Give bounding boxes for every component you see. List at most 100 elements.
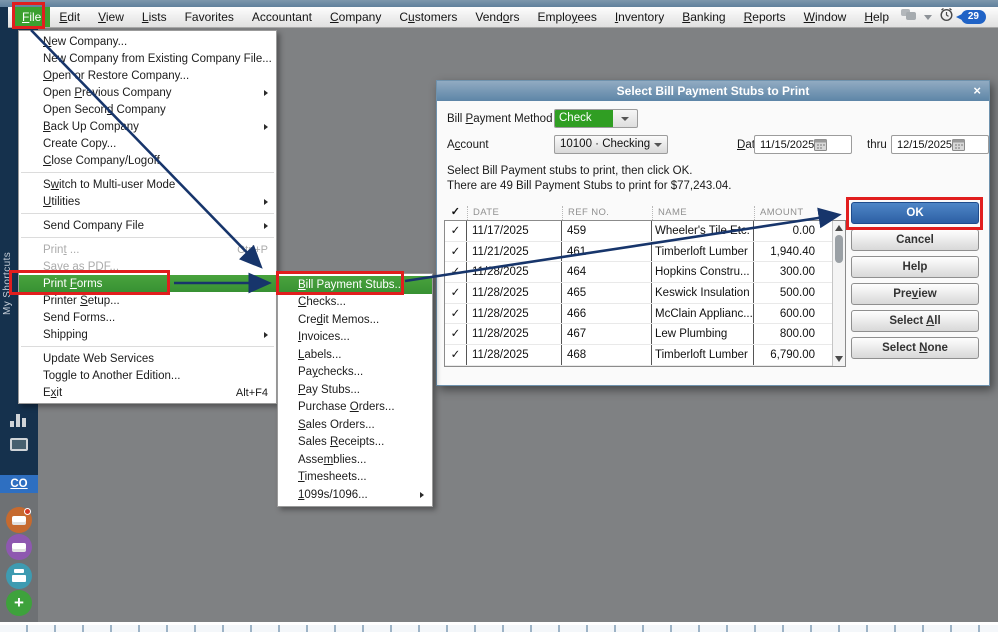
account-dropdown[interactable]: 10100 · Checking	[554, 135, 668, 154]
close-icon[interactable]: ×	[973, 81, 981, 100]
table-row[interactable]: ✓ 11/28/2025 464 Hopkins Constru... 300.00	[445, 262, 845, 284]
preview-button[interactable]: Preview	[851, 283, 979, 305]
menu-lists[interactable]: Lists	[133, 7, 176, 27]
menu-item-create-copy[interactable]: Create Copy...	[19, 135, 276, 152]
menu-file[interactable]: File	[13, 7, 51, 27]
table-row[interactable]: ✓ 11/21/2025 461 Timberloft Lumber 1,940.40	[445, 241, 845, 263]
menu-item-credit-memos[interactable]: Credit Memos...	[278, 311, 432, 329]
date-from-input[interactable]: 11/15/2025	[754, 135, 852, 154]
menu-item-open-previous-company[interactable]: Open Previous Company	[19, 84, 276, 101]
menu-accountant[interactable]: Accountant	[243, 7, 321, 27]
menu-item-shipping[interactable]: Shipping	[19, 326, 276, 343]
menu-item-1099s-1096[interactable]: 1099s/1096...	[278, 486, 432, 504]
menu-item-sales-orders[interactable]: Sales Orders...	[278, 416, 432, 434]
menu-item-print-forms[interactable]: Print Forms	[19, 275, 276, 292]
column-header-date[interactable]: DATE	[467, 206, 562, 220]
table-row[interactable]: ✓ 11/28/2025 467 Lew Plumbing 800.00	[445, 324, 845, 346]
menu-item-exit[interactable]: Exit Alt+F4	[19, 384, 276, 401]
column-header-amount[interactable]: AMOUNT	[754, 206, 833, 220]
bill-payment-method-dropdown[interactable]: Check	[554, 109, 638, 128]
cell-checkmark[interactable]: ✓	[445, 303, 467, 324]
menu-favorites[interactable]: Favorites	[176, 7, 243, 27]
table-row[interactable]: ✓ 11/28/2025 466 McClain Applianc... 600.00	[445, 303, 845, 325]
menu-item-open-or-restore-company[interactable]: Open or Restore Company...	[19, 67, 276, 84]
calendar-icon[interactable]	[952, 138, 985, 151]
help-button[interactable]: Help	[851, 256, 979, 278]
printer-icon[interactable]	[6, 563, 32, 589]
menu-item-new-company-from-existing-company-file[interactable]: New Company from Existing Company File..…	[19, 50, 276, 67]
menu-reports[interactable]: Reports	[735, 7, 795, 27]
menu-customers[interactable]: Customers	[390, 7, 466, 27]
menu-item-utilities[interactable]: Utilities	[19, 193, 276, 210]
menu-item-print[interactable]: Print ... Ctrl+P	[19, 241, 276, 258]
reminders-clock-icon[interactable]	[939, 7, 954, 27]
chevron-down-icon	[654, 143, 662, 147]
menu-item-pay-stubs[interactable]: Pay Stubs...	[278, 381, 432, 399]
menu-item-paychecks[interactable]: Paychecks...	[278, 364, 432, 382]
chevron-down-icon[interactable]	[923, 14, 932, 20]
cell-checkmark[interactable]: ✓	[445, 262, 467, 283]
scroll-down-icon[interactable]	[835, 356, 843, 362]
menu-item-bill-payment-stubs[interactable]: Bill Payment Stubs...	[278, 276, 432, 294]
menu-item-assemblies[interactable]: Assemblies...	[278, 451, 432, 469]
cell-ref-no: 468	[562, 345, 652, 365]
table-scrollbar[interactable]	[832, 221, 845, 366]
date-to-input[interactable]: 12/15/2025	[891, 135, 989, 154]
menu-item-send-forms[interactable]: Send Forms...	[19, 309, 276, 326]
select-all-button[interactable]: Select All	[851, 310, 979, 332]
menu-item-switch-to-multi-user-mode[interactable]: Switch to Multi-user Mode	[19, 176, 276, 193]
menu-employees[interactable]: Employees	[528, 7, 605, 27]
cancel-button[interactable]: Cancel	[851, 229, 979, 251]
table-row[interactable]: ✓ 11/28/2025 468 Timberloft Lumber 6,790.00	[445, 345, 845, 366]
menu-item-timesheets[interactable]: Timesheets...	[278, 469, 432, 487]
menu-window[interactable]: Window	[795, 7, 856, 27]
cell-checkmark[interactable]: ✓	[445, 345, 467, 365]
select-none-button[interactable]: Select None	[851, 337, 979, 359]
menu-inventory[interactable]: Inventory	[606, 7, 673, 27]
add-icon[interactable]: +	[6, 590, 32, 616]
table-row[interactable]: ✓ 11/17/2025 459 Wheeler's Tile Etc. 0.00	[445, 221, 845, 242]
menu-item-invoices[interactable]: Invoices...	[278, 329, 432, 347]
menu-item-purchase-orders[interactable]: Purchase Orders...	[278, 399, 432, 417]
bill-payment-method-label: Bill Payment Method	[447, 113, 553, 125]
ok-button[interactable]: OK	[851, 202, 979, 224]
cell-checkmark[interactable]: ✓	[445, 221, 467, 241]
chevron-down-icon[interactable]	[613, 110, 637, 127]
table-row[interactable]: ✓ 11/28/2025 465 Keswick Insulation 500.00	[445, 283, 845, 304]
menu-company[interactable]: Company	[321, 7, 390, 27]
dialog-title-bar[interactable]: Select Bill Payment Stubs to Print ×	[437, 81, 989, 101]
menu-item-printer-setup[interactable]: Printer Setup...	[19, 292, 276, 309]
messages-icon[interactable]	[900, 8, 917, 27]
column-header-name[interactable]: NAME	[652, 206, 754, 220]
window-icon[interactable]	[10, 438, 28, 451]
menu-item-close-company-logoff[interactable]: Close Company/Logoff	[19, 152, 276, 169]
column-header-check[interactable]: ✓	[444, 206, 467, 220]
calendar-icon[interactable]	[814, 138, 848, 151]
bar-chart-icon[interactable]	[10, 413, 28, 427]
menu-item-back-up-company[interactable]: Back Up Company	[19, 118, 276, 135]
menu-item-save-as-pdf[interactable]: Save as PDF...	[19, 258, 276, 275]
sidebar-item-co[interactable]: CO	[0, 475, 38, 493]
cell-checkmark[interactable]: ✓	[445, 283, 467, 303]
menu-item-update-web-services[interactable]: Update Web Services	[19, 350, 276, 367]
menu-banking[interactable]: Banking	[673, 7, 734, 27]
menu-item-checks[interactable]: Checks...	[278, 294, 432, 312]
menu-item-open-second-company[interactable]: Open Second Company	[19, 101, 276, 118]
menu-vendors[interactable]: Vendors	[466, 7, 528, 27]
menu-help[interactable]: Help	[855, 7, 898, 27]
menu-item-sales-receipts[interactable]: Sales Receipts...	[278, 434, 432, 452]
menu-item-new-company[interactable]: New Company...	[19, 33, 276, 50]
menu-edit[interactable]: Edit	[50, 7, 89, 27]
menu-item-labels[interactable]: Labels...	[278, 346, 432, 364]
scrollbar-thumb[interactable]	[835, 235, 843, 263]
menu-item-toggle-to-another-edition[interactable]: Toggle to Another Edition...	[19, 367, 276, 384]
column-header-ref-no[interactable]: REF NO.	[562, 206, 652, 220]
menu-view[interactable]: View	[89, 7, 133, 27]
cell-checkmark[interactable]: ✓	[445, 324, 467, 345]
cell-checkmark[interactable]: ✓	[445, 241, 467, 262]
reminders-count-badge[interactable]: 29	[955, 10, 986, 24]
contacts-icon[interactable]	[6, 507, 32, 533]
payment-card-icon[interactable]	[6, 534, 32, 560]
menu-item-send-company-file[interactable]: Send Company File	[19, 217, 276, 234]
scroll-up-icon[interactable]	[835, 225, 843, 231]
